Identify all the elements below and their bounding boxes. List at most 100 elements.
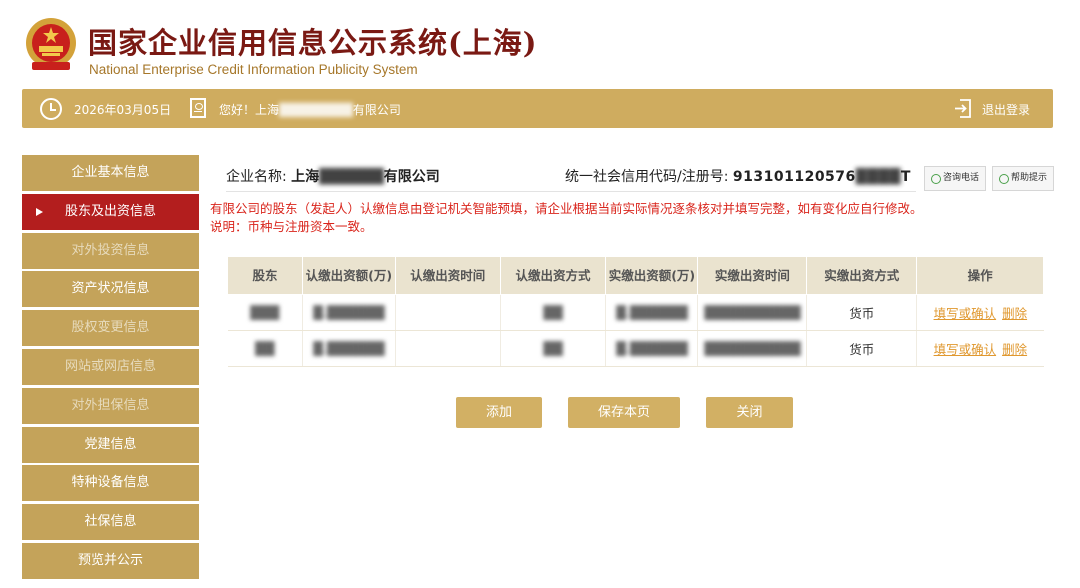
cell-actions: 填写或确认 删除 (916, 330, 1044, 367)
sidebar-item-label: 特种设备信息 (71, 475, 150, 491)
national-emblem-icon (26, 18, 76, 70)
sidebar-item-equity-change[interactable]: 股权变更信息 (22, 310, 199, 347)
cell-shareholder: ███ (227, 294, 303, 331)
company-name-row: 企业名称: 上海██████有限公司 (226, 166, 440, 186)
sidebar-item-social-security[interactable]: 社保信息 (22, 504, 199, 541)
cell-paid-date: ██████████ (697, 330, 808, 367)
company-name-prefix: 上海 (291, 169, 320, 185)
redacted-value: █.██████ (313, 341, 385, 356)
sidebar-nav: 企业基本信息 股东及出资信息 对外投资信息 资产状况信息 股权变更信息 网站或网… (22, 155, 199, 582)
delete-link[interactable]: 删除 (1002, 342, 1027, 357)
greeting-text: 您好！上海████████有限公司 (219, 101, 401, 118)
notice-text: 有限公司的股东（发起人）认缴信息由登记机关智能预填，请企业根据当前实际情况逐条核… (210, 200, 923, 236)
company-name-label: 企业名称: (226, 169, 287, 185)
help-tips-button[interactable]: 帮助提示 (992, 166, 1055, 191)
help-tips-label: 帮助提示 (1011, 173, 1048, 183)
close-button[interactable]: 关闭 (706, 397, 793, 428)
sidebar-item-label: 对外担保信息 (71, 397, 150, 413)
delete-link[interactable]: 删除 (1002, 306, 1027, 321)
credit-code-label: 统一社会信用代码/注册号: (565, 169, 729, 185)
redacted-value: ██ (543, 305, 563, 320)
redacted-value: ██ (255, 341, 275, 356)
logout-icon[interactable] (954, 99, 972, 118)
divider (226, 191, 916, 192)
sidebar-item-assets[interactable]: 资产状况信息 (22, 271, 199, 308)
consult-phone-label: 咨询电话 (943, 173, 980, 183)
col-header-subscribed-date: 认缴出资时间 (394, 256, 501, 295)
sidebar-item-label: 网站或网店信息 (64, 358, 156, 374)
phone-icon (931, 174, 941, 184)
cell-subscribed-method: ██ (500, 294, 607, 331)
consult-phone-button[interactable]: 咨询电话 (924, 166, 987, 191)
col-header-subscribed-method: 认缴出资方式 (499, 256, 607, 295)
logout-link[interactable]: 退出登录 (982, 101, 1030, 118)
credit-code-suffix: T (900, 169, 911, 185)
credit-code-prefix: 913101120576 (732, 169, 856, 185)
sidebar-item-label: 企业基本信息 (71, 165, 150, 180)
redacted-value: █.██████ (616, 341, 688, 356)
sidebar-item-label: 股东及出资信息 (64, 203, 156, 219)
cell-shareholder: ██ (227, 330, 303, 367)
cell-subscribed-date (395, 294, 501, 331)
cell-paid-method: 货币 (806, 330, 918, 367)
col-header-paid-amount: 实缴出资额(万) (605, 256, 699, 295)
col-header-paid-date: 实缴出资时间 (697, 256, 808, 295)
redacted-company-name: ██████ (319, 169, 384, 185)
sidebar-item-guarantee[interactable]: 对外担保信息 (22, 387, 199, 424)
sidebar-item-label: 对外投资信息 (71, 242, 150, 258)
user-info-bar: 2026年03月05日 您好！上海████████有限公司 退出登录 (22, 89, 1053, 128)
sidebar-item-label: 社保信息 (84, 514, 137, 530)
cell-subscribed-date (395, 330, 501, 367)
sidebar-item-investment[interactable]: 对外投资信息 (22, 232, 199, 269)
sidebar-item-shareholders[interactable]: 股东及出资信息 (22, 193, 199, 230)
user-card-icon (190, 98, 206, 118)
col-header-subscribed-amount: 认缴出资额(万) (301, 256, 396, 295)
sidebar-item-party[interactable]: 党建信息 (22, 426, 199, 463)
arrow-right-icon (36, 207, 43, 216)
credit-code-row: 统一社会信用代码/注册号: 913101120576████T (565, 166, 911, 186)
add-button[interactable]: 添加 (456, 397, 542, 428)
sidebar-item-website[interactable]: 网站或网店信息 (22, 348, 199, 385)
cell-subscribed-amount: █.██████ (302, 294, 396, 331)
system-title: 国家企业信用信息公示系统(上海) (88, 26, 538, 60)
cell-paid-date: ██████████ (697, 294, 808, 331)
cell-paid-amount: █.██████ (605, 330, 699, 367)
shareholder-table: 股东 认缴出资额(万) 认缴出资时间 认缴出资方式 实缴出资额(万) 实缴出资时… (227, 256, 1044, 367)
redacted-value: █.██████ (616, 305, 688, 320)
save-page-button[interactable]: 保存本页 (568, 397, 680, 428)
clock-icon (40, 98, 62, 120)
col-header-paid-method: 实缴出资方式 (806, 256, 918, 295)
redacted-value: █.██████ (313, 305, 385, 320)
current-date: 2026年03月05日 (74, 103, 172, 117)
redacted-value: ███ (250, 305, 280, 320)
cell-paid-method: 货币 (806, 294, 918, 331)
cell-paid-amount: █.██████ (605, 294, 699, 331)
col-header-actions: 操作 (916, 256, 1044, 295)
sidebar-item-label: 资产状况信息 (71, 281, 150, 297)
site-header: 国家企业信用信息公示系统(上海) National Enterprise Cre… (0, 0, 1080, 84)
sidebar-item-label: 股权变更信息 (71, 320, 150, 336)
question-icon (999, 174, 1009, 184)
notice-line-1: 有限公司的股东（发起人）认缴信息由登记机关智能预填，请企业根据当前实际情况逐条核… (210, 201, 923, 216)
company-name-suffix: 有限公司 (383, 169, 440, 185)
sidebar-item-label: 党建信息 (84, 436, 137, 452)
sidebar-item-special-equipment[interactable]: 特种设备信息 (22, 465, 199, 502)
redacted-company-name: ████████ (279, 103, 353, 117)
table-header-row: 股东 认缴出资额(万) 认缴出资时间 认缴出资方式 实缴出资额(万) 实缴出资时… (227, 256, 1044, 295)
greeting-suffix: 有限公司 (352, 103, 401, 117)
redacted-value: ██████████ (704, 341, 801, 356)
fill-confirm-link[interactable]: 填写或确认 (934, 306, 997, 321)
system-title-english: National Enterprise Credit Information P… (89, 62, 418, 77)
sidebar-item-preview-publish[interactable]: 预览并公示 (22, 542, 199, 579)
redacted-credit-code: ████ (855, 169, 901, 185)
table-row: ██ █.██████ ██ █.██████ ██████████ 货币 填写… (227, 330, 1044, 367)
notice-line-2: 说明：币种与注册资本一致。 (210, 219, 373, 234)
sidebar-item-basic-info[interactable]: 企业基本信息 (22, 155, 199, 191)
redacted-value: ██ (543, 341, 563, 356)
col-header-shareholder: 股东 (227, 256, 303, 295)
redacted-value: ██████████ (704, 305, 801, 320)
table-row: ███ █.██████ ██ █.██████ ██████████ 货币 填… (227, 294, 1044, 331)
cell-actions: 填写或确认 删除 (916, 294, 1044, 331)
sidebar-item-label: 预览并公示 (77, 552, 143, 568)
fill-confirm-link[interactable]: 填写或确认 (934, 342, 997, 357)
